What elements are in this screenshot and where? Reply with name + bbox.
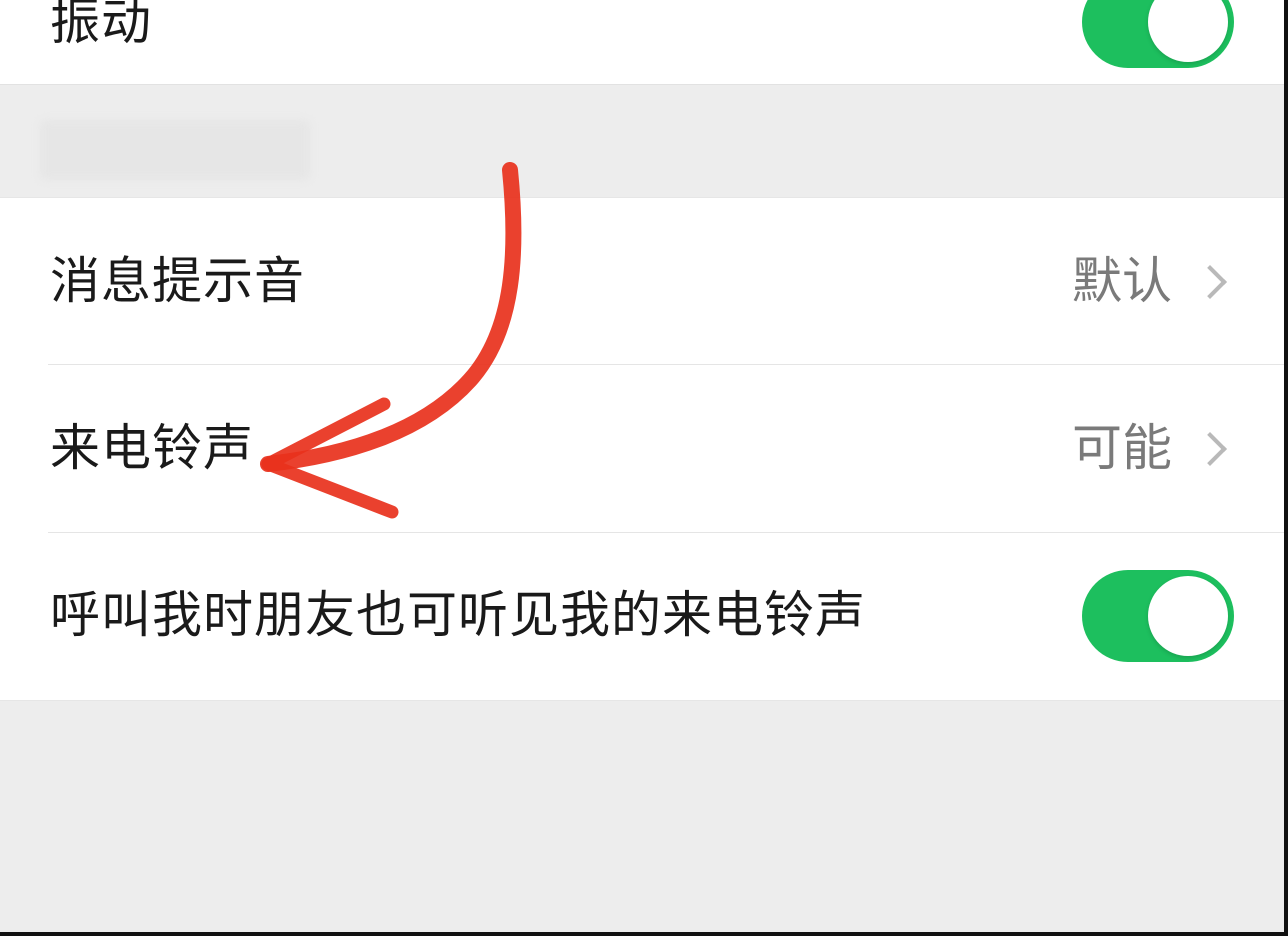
- friends-hear-ringtone-label: 呼叫我时朋友也可听见我的来电铃声: [50, 586, 866, 644]
- ringtone-row[interactable]: 来电铃声 可能: [0, 365, 1284, 532]
- friends-hear-ringtone-toggle[interactable]: [1082, 570, 1234, 662]
- message-tone-value: 默认: [1072, 252, 1172, 310]
- chevron-right-icon: [1193, 265, 1227, 299]
- settings-group-sound: 消息提示音 默认 来电铃声 可能 呼叫我时朋友也可听见我的来电铃声: [0, 197, 1284, 701]
- toggle-knob: [1148, 0, 1228, 62]
- toggle-knob: [1148, 576, 1228, 656]
- ringtone-value: 可能: [1072, 419, 1172, 477]
- message-tone-label: 消息提示音: [50, 252, 305, 310]
- screen-edge: [0, 932, 1288, 936]
- ringtone-label: 来电铃声: [50, 419, 254, 477]
- settings-page: 振动 消息提示音 默认 来电铃声 可能 呼叫我时朋友也可听见我的来电铃声: [0, 0, 1284, 932]
- message-tone-row[interactable]: 消息提示音 默认: [0, 198, 1284, 365]
- chevron-right-icon: [1193, 432, 1227, 466]
- vibration-row[interactable]: 振动: [0, 0, 1284, 105]
- screen-edge: [1284, 0, 1288, 936]
- blurred-section-header: [40, 120, 310, 180]
- friends-hear-ringtone-row: 呼叫我时朋友也可听见我的来电铃声: [0, 533, 1284, 700]
- settings-group-top: 振动: [0, 0, 1284, 85]
- vibration-toggle[interactable]: [1082, 0, 1234, 68]
- vibration-label: 振动: [50, 0, 152, 51]
